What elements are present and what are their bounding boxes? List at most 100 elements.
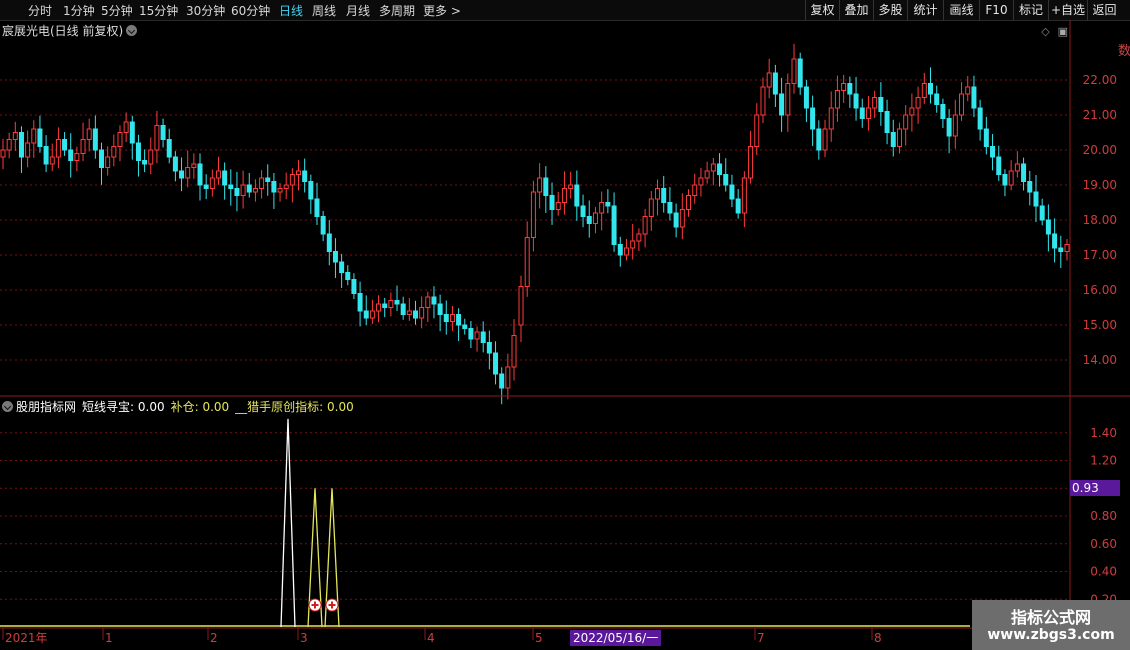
indicator-tick-label: 0.80	[1090, 509, 1117, 523]
indicator-tick-label: 0.60	[1090, 537, 1117, 551]
chevron-down-icon[interactable]	[126, 25, 138, 36]
candle	[605, 202, 611, 207]
candle	[865, 107, 871, 119]
period-tab-more[interactable]: 更多 >	[423, 2, 461, 19]
price-axis: 14.00 15.00 16.00 17.00 18.00 19.00 20.00 21.00…	[1083, 73, 1117, 367]
candle	[437, 303, 443, 315]
indicator-line3: __猎手原创指标: 0.00	[235, 400, 354, 414]
candle	[636, 233, 642, 242]
signal-spike-white	[280, 418, 296, 628]
candle	[1008, 170, 1014, 186]
candle	[265, 177, 271, 182]
period-tab-monthly[interactable]: 月线	[346, 2, 370, 19]
multi-stock-button[interactable]: 多股	[873, 0, 907, 20]
candle	[754, 114, 760, 147]
buy-marker-icon	[308, 598, 322, 612]
period-tab-15min[interactable]: 15分钟	[139, 2, 178, 19]
add-watchlist-button[interactable]: +自选	[1048, 0, 1087, 20]
candle	[62, 139, 68, 151]
candle	[296, 170, 302, 175]
restore-rights-button[interactable]: 复权	[805, 0, 839, 20]
candle	[729, 184, 735, 200]
candle	[37, 128, 43, 147]
candle	[1027, 181, 1033, 193]
candle	[499, 373, 505, 389]
watermark-title: 指标公式网	[1010, 608, 1091, 627]
indicator-line1: 短线寻宝: 0.00	[82, 400, 165, 414]
window-toggle-icon[interactable]: ▣	[1058, 25, 1068, 38]
candle	[191, 163, 197, 168]
candle	[766, 72, 772, 88]
candle	[1045, 219, 1051, 235]
candle	[1021, 163, 1027, 182]
f10-button[interactable]: F10	[979, 0, 1013, 20]
candle	[977, 107, 983, 130]
candle	[928, 83, 933, 95]
candle	[18, 132, 24, 158]
candle	[111, 146, 117, 158]
period-tab-1min[interactable]: 1分钟	[63, 2, 95, 19]
indicator-name: 股朋指标网	[16, 400, 77, 414]
candle	[43, 146, 49, 165]
candle	[351, 279, 357, 294]
overlay-button[interactable]: 叠加	[839, 0, 873, 20]
date-axis: 2021年 1 2 3 4 5 7 8	[2, 628, 882, 645]
candle	[630, 240, 636, 249]
candle	[772, 72, 778, 95]
candle	[135, 142, 141, 161]
panel-icons: ◇ ▣	[1041, 24, 1068, 38]
candle	[648, 198, 654, 217]
candle	[853, 93, 859, 109]
candle	[449, 314, 455, 322]
chart-canvas: 14.00 15.00 16.00 17.00 18.00 19.00 20.00 21.00…	[0, 20, 1130, 645]
candle	[25, 142, 31, 158]
candle	[394, 300, 400, 305]
candle	[679, 209, 685, 228]
statistics-button[interactable]: 统计	[907, 0, 943, 20]
candle	[803, 86, 809, 109]
candle	[1058, 247, 1064, 252]
candle	[456, 314, 462, 326]
candle	[971, 86, 977, 109]
period-tab-multi[interactable]: 多周期	[379, 2, 415, 19]
indicator-series	[0, 418, 970, 628]
candle	[952, 114, 958, 137]
candle	[339, 261, 345, 273]
candle	[474, 331, 480, 340]
candle	[117, 132, 123, 147]
period-tab-daily[interactable]: 日线	[279, 2, 303, 19]
candle	[710, 163, 716, 172]
indicator-tick-label: 1.40	[1090, 426, 1117, 440]
candle	[99, 149, 105, 168]
indicator-tick-label: 0.40	[1090, 565, 1117, 579]
candle	[704, 170, 710, 179]
draw-line-button[interactable]: 画线	[943, 0, 979, 20]
candle	[599, 202, 605, 214]
candle	[1039, 205, 1045, 221]
candle	[878, 97, 884, 112]
candle	[505, 366, 511, 389]
period-tab-intraday[interactable]: 分时	[28, 2, 52, 19]
candle	[259, 177, 265, 189]
candle	[289, 174, 295, 186]
price-tick-label: 16.00	[1083, 283, 1117, 297]
candle	[222, 170, 228, 186]
candle	[166, 139, 172, 158]
indicator-line2: 补仓: 0.00	[170, 400, 230, 414]
period-tab-60min[interactable]: 60分钟	[231, 2, 270, 19]
price-tick-label: 15.00	[1083, 318, 1117, 332]
candle	[406, 310, 412, 315]
date-tick-label: 1	[105, 631, 113, 645]
diamond-icon[interactable]: ◇	[1041, 25, 1049, 38]
candle	[228, 184, 234, 189]
candle	[49, 156, 55, 165]
period-tab-weekly[interactable]: 周线	[312, 2, 336, 19]
period-tab-30min[interactable]: 30分钟	[186, 2, 225, 19]
candle	[586, 216, 592, 224]
signal-spike-yellow	[324, 488, 340, 628]
period-tab-5min[interactable]: 5分钟	[101, 2, 133, 19]
back-button[interactable]: 返回	[1087, 0, 1121, 20]
mark-button[interactable]: 标记	[1013, 0, 1048, 20]
indicator-title: 股朋指标网 短线寻宝: 0.00 补仓: 0.00 __猎手原创指标: 0.00	[2, 398, 360, 415]
chevron-down-icon[interactable]	[2, 401, 13, 412]
